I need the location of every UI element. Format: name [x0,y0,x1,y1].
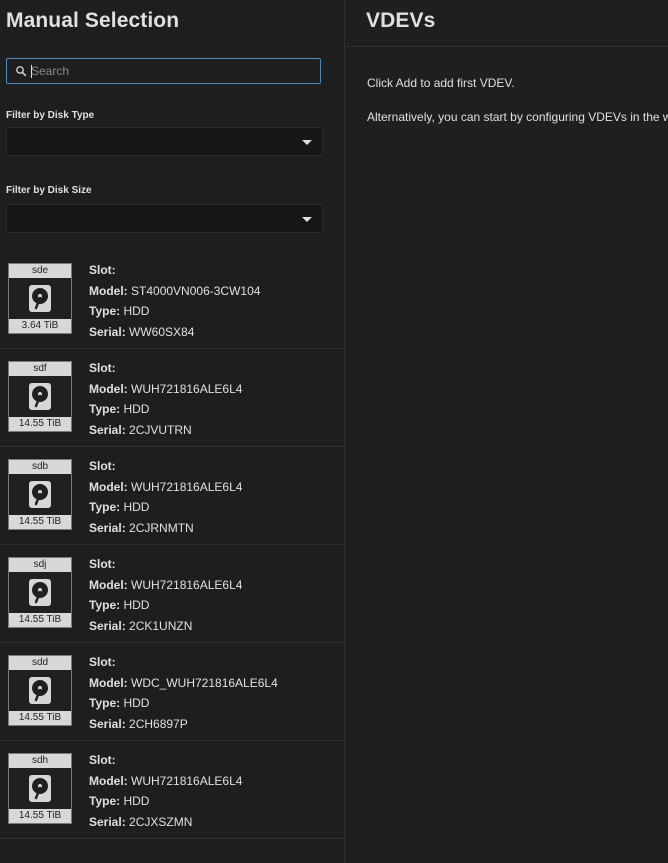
filter-disk-size-label: Filter by Disk Size [6,185,92,196]
disk-list: sde 3.64 TiB Slot: Model: ST4000VN006-3C… [0,251,344,839]
disk-size: 14.55 TiB [9,515,71,529]
hard-drive-icon[interactable]: sdd 14.55 TiB [8,655,72,726]
disk-size: 14.55 TiB [9,417,71,431]
disk-platter-icon [29,481,51,508]
chevron-down-icon [302,217,312,222]
vdevs-empty-hint: Click Add to add first VDEV. [367,76,515,90]
filter-disk-size-select[interactable] [6,204,323,233]
disk-details: Slot: Model: ST4000VN006-3CW104 Type: HD… [89,260,260,342]
filter-disk-type-select[interactable] [6,127,323,156]
disk-model: Model: WUH721816ALE6L4 [89,577,243,592]
disk-name: sdf [9,362,71,376]
disk-type: Type: HDD [89,500,150,514]
disk-slot: Slot: [89,655,116,669]
search-icon [16,66,27,77]
disk-details: Slot: Model: WUH721816ALE6L4 Type: HDD S… [89,358,242,440]
disk-model: Model: ST4000VN006-3CW104 [89,283,261,298]
disk-list-item[interactable]: sdj 14.55 TiB Slot: Model: WUH721816ALE6… [0,545,344,643]
disk-name: sdd [9,656,71,670]
hard-drive-icon[interactable]: sdh 14.55 TiB [8,753,72,824]
disk-name: sdb [9,460,71,474]
disk-model: Model: WUH721816ALE6L4 [89,479,243,494]
manual-selection-title: Manual Selection [6,9,180,32]
disk-type: Type: HDD [89,696,150,710]
manual-selection-panel: Manual Selection Filter by Disk Type Fil… [0,0,344,863]
header-divider [345,46,668,47]
search-input[interactable] [31,62,311,80]
disk-platter-icon [29,383,51,410]
disk-type: Type: HDD [89,794,150,808]
disk-size: 14.55 TiB [9,809,71,823]
disk-list-item[interactable]: sde 3.64 TiB Slot: Model: ST4000VN006-3C… [0,251,344,349]
disk-platter-icon [29,677,51,704]
text-cursor [31,65,32,78]
disk-serial: Serial: 2CJVUTRN [89,422,192,437]
disk-model: Model: WUH721816ALE6L4 [89,773,243,788]
disk-platter-icon [29,775,51,802]
disk-serial: Serial: WW60SX84 [89,324,195,339]
disk-list-item[interactable]: sdd 14.55 TiB Slot: Model: WDC_WUH721816… [0,643,344,741]
hard-drive-icon[interactable]: sdb 14.55 TiB [8,459,72,530]
disk-serial: Serial: 2CJXSZMN [89,814,193,829]
disk-details: Slot: Model: WUH721816ALE6L4 Type: HDD S… [89,554,242,636]
disk-type: Type: HDD [89,598,150,612]
disk-name: sdj [9,558,71,572]
disk-slot: Slot: [89,459,116,473]
filter-disk-type-label: Filter by Disk Type [6,110,95,121]
vdevs-title: VDEVs [366,9,436,32]
disk-name: sdh [9,754,71,768]
hard-drive-icon[interactable]: sdj 14.55 TiB [8,557,72,628]
disk-list-item[interactable]: sdf 14.55 TiB Slot: Model: WUH721816ALE6… [0,349,344,447]
disk-slot: Slot: [89,361,116,375]
disk-details: Slot: Model: WUH721816ALE6L4 Type: HDD S… [89,456,242,538]
disk-name: sde [9,264,71,278]
disk-model: Model: WDC_WUH721816ALE6L4 [89,675,278,690]
search-field[interactable] [6,58,321,84]
disk-type: Type: HDD [89,402,150,416]
disk-list-item[interactable]: sdh 14.55 TiB Slot: Model: WUH721816ALE6… [0,741,344,839]
chevron-down-icon [302,140,312,145]
disk-size: 14.55 TiB [9,613,71,627]
disk-list-item[interactable]: sdb 14.55 TiB Slot: Model: WUH721816ALE6… [0,447,344,545]
disk-model: Model: WUH721816ALE6L4 [89,381,243,396]
disk-type: Type: HDD [89,304,150,318]
disk-size: 14.55 TiB [9,711,71,725]
disk-slot: Slot: [89,753,116,767]
vdevs-panel: VDEVs Click Add to add first VDEV. Alter… [345,0,668,863]
vdevs-wizard-hint: Alternatively, you can start by configur… [367,110,668,124]
disk-size: 3.64 TiB [9,319,71,333]
disk-details: Slot: Model: WDC_WUH721816ALE6L4 Type: H… [89,652,278,734]
manual-selection-dialog: Manual Selection Filter by Disk Type Fil… [0,0,668,863]
disk-serial: Serial: 2CJRNMTN [89,520,194,535]
disk-platter-icon [29,579,51,606]
hard-drive-icon[interactable]: sde 3.64 TiB [8,263,72,334]
disk-platter-icon [29,285,51,312]
hard-drive-icon[interactable]: sdf 14.55 TiB [8,361,72,432]
disk-slot: Slot: [89,557,116,571]
disk-serial: Serial: 2CH6897P [89,716,188,731]
disk-slot: Slot: [89,263,116,277]
disk-serial: Serial: 2CK1UNZN [89,618,193,633]
disk-details: Slot: Model: WUH721816ALE6L4 Type: HDD S… [89,750,242,832]
